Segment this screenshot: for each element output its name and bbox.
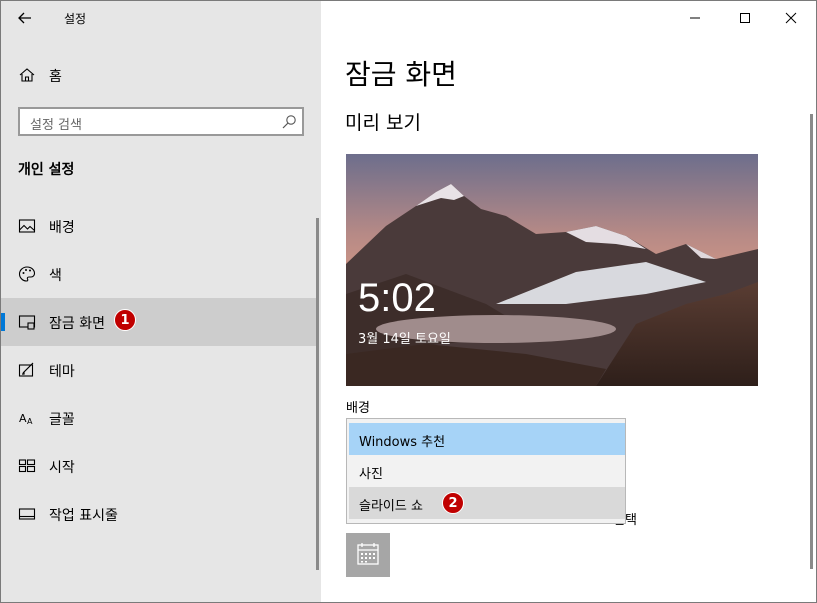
preview-date: 3월 14일 토요일 [358,332,451,347]
image-icon [18,219,36,233]
option-windows-spotlight[interactable]: Windows 추천 [349,423,625,455]
theme-icon [18,362,34,377]
main-content: 잠금 화면 미리 보기 5:02 3월 14일 토요일 배경 Windows 추… [321,1,816,602]
svg-text:A: A [19,412,27,425]
minimize-button[interactable] [672,1,718,35]
option-slideshow[interactable]: 슬라이드 쇼 2 [349,487,625,519]
lock-screen-icon [18,315,36,330]
sidebar-item-label: 시작 [49,460,75,476]
close-icon [785,12,797,24]
search-icon[interactable] [281,114,297,130]
sidebar-item-label: 색 [49,268,62,284]
sidebar-item-label: 배경 [49,220,75,236]
active-indicator [1,313,5,331]
background-dropdown-list[interactable]: Windows 추천 사진 슬라이드 쇼 2 [346,418,626,524]
step-badge-2: 2 [442,492,464,514]
app-title: 설정 [64,12,87,26]
background-label: 배경 [346,401,370,416]
content-scrollbar[interactable] [810,114,813,569]
back-arrow-icon [18,12,31,24]
close-button[interactable] [768,1,814,35]
maximize-button[interactable] [722,1,768,35]
sidebar-item-home[interactable]: 홈 [1,57,321,93]
sidebar-item-taskbar[interactable]: 작업 표시줄 [1,490,319,538]
section-title: 개인 설정 [18,162,75,178]
calendar-icon [357,543,379,565]
minimize-icon [690,17,700,19]
calendar-app-button[interactable] [346,533,390,577]
back-button[interactable] [13,7,37,29]
start-icon [18,459,36,473]
taskbar-icon [18,508,36,520]
sidebar: 설정 홈 설정 검색 개인 설정 배경 색 잠금 화면 1 테마 A A 글꼴 … [1,1,321,602]
font-icon: A A [19,412,33,426]
sidebar-item-color[interactable]: 색 [1,250,319,298]
sidebar-item-theme[interactable]: 테마 [1,346,319,394]
mountain-landscape-image [346,154,758,386]
lock-screen-preview: 5:02 3월 14일 토요일 [346,154,758,386]
search-placeholder: 설정 검색 [30,118,82,133]
option-label: Windows 추천 [359,435,446,450]
sidebar-item-label: 테마 [49,364,75,380]
search-input[interactable]: 설정 검색 [18,107,304,136]
svg-text:A: A [27,417,33,426]
maximize-icon [740,13,750,23]
page-title: 잠금 화면 [345,58,457,91]
option-label: 슬라이드 쇼 [359,499,423,514]
settings-window: 설정 홈 설정 검색 개인 설정 배경 색 잠금 화면 1 테마 A A 글꼴 … [0,0,817,603]
option-picture[interactable]: 사진 [349,455,625,487]
sidebar-item-background[interactable]: 배경 [1,202,319,250]
sidebar-item-label: 잠금 화면 [49,316,105,332]
sidebar-item-lock-screen[interactable]: 잠금 화면 1 [1,298,319,346]
sidebar-scrollbar[interactable] [316,218,319,570]
palette-icon [18,266,36,282]
sidebar-item-start[interactable]: 시작 [1,442,319,490]
preview-clock: 5:02 [358,276,436,320]
sidebar-item-fonts[interactable]: A A 글꼴 [1,394,319,442]
sidebar-item-label: 작업 표시줄 [49,508,118,524]
sidebar-item-label: 홈 [49,69,62,85]
step-badge-1: 1 [114,309,136,331]
home-icon [19,68,35,82]
sidebar-item-label: 글꼴 [49,412,75,428]
preview-heading: 미리 보기 [345,112,421,134]
option-label: 사진 [359,467,383,482]
title-bar: 설정 [1,1,321,35]
